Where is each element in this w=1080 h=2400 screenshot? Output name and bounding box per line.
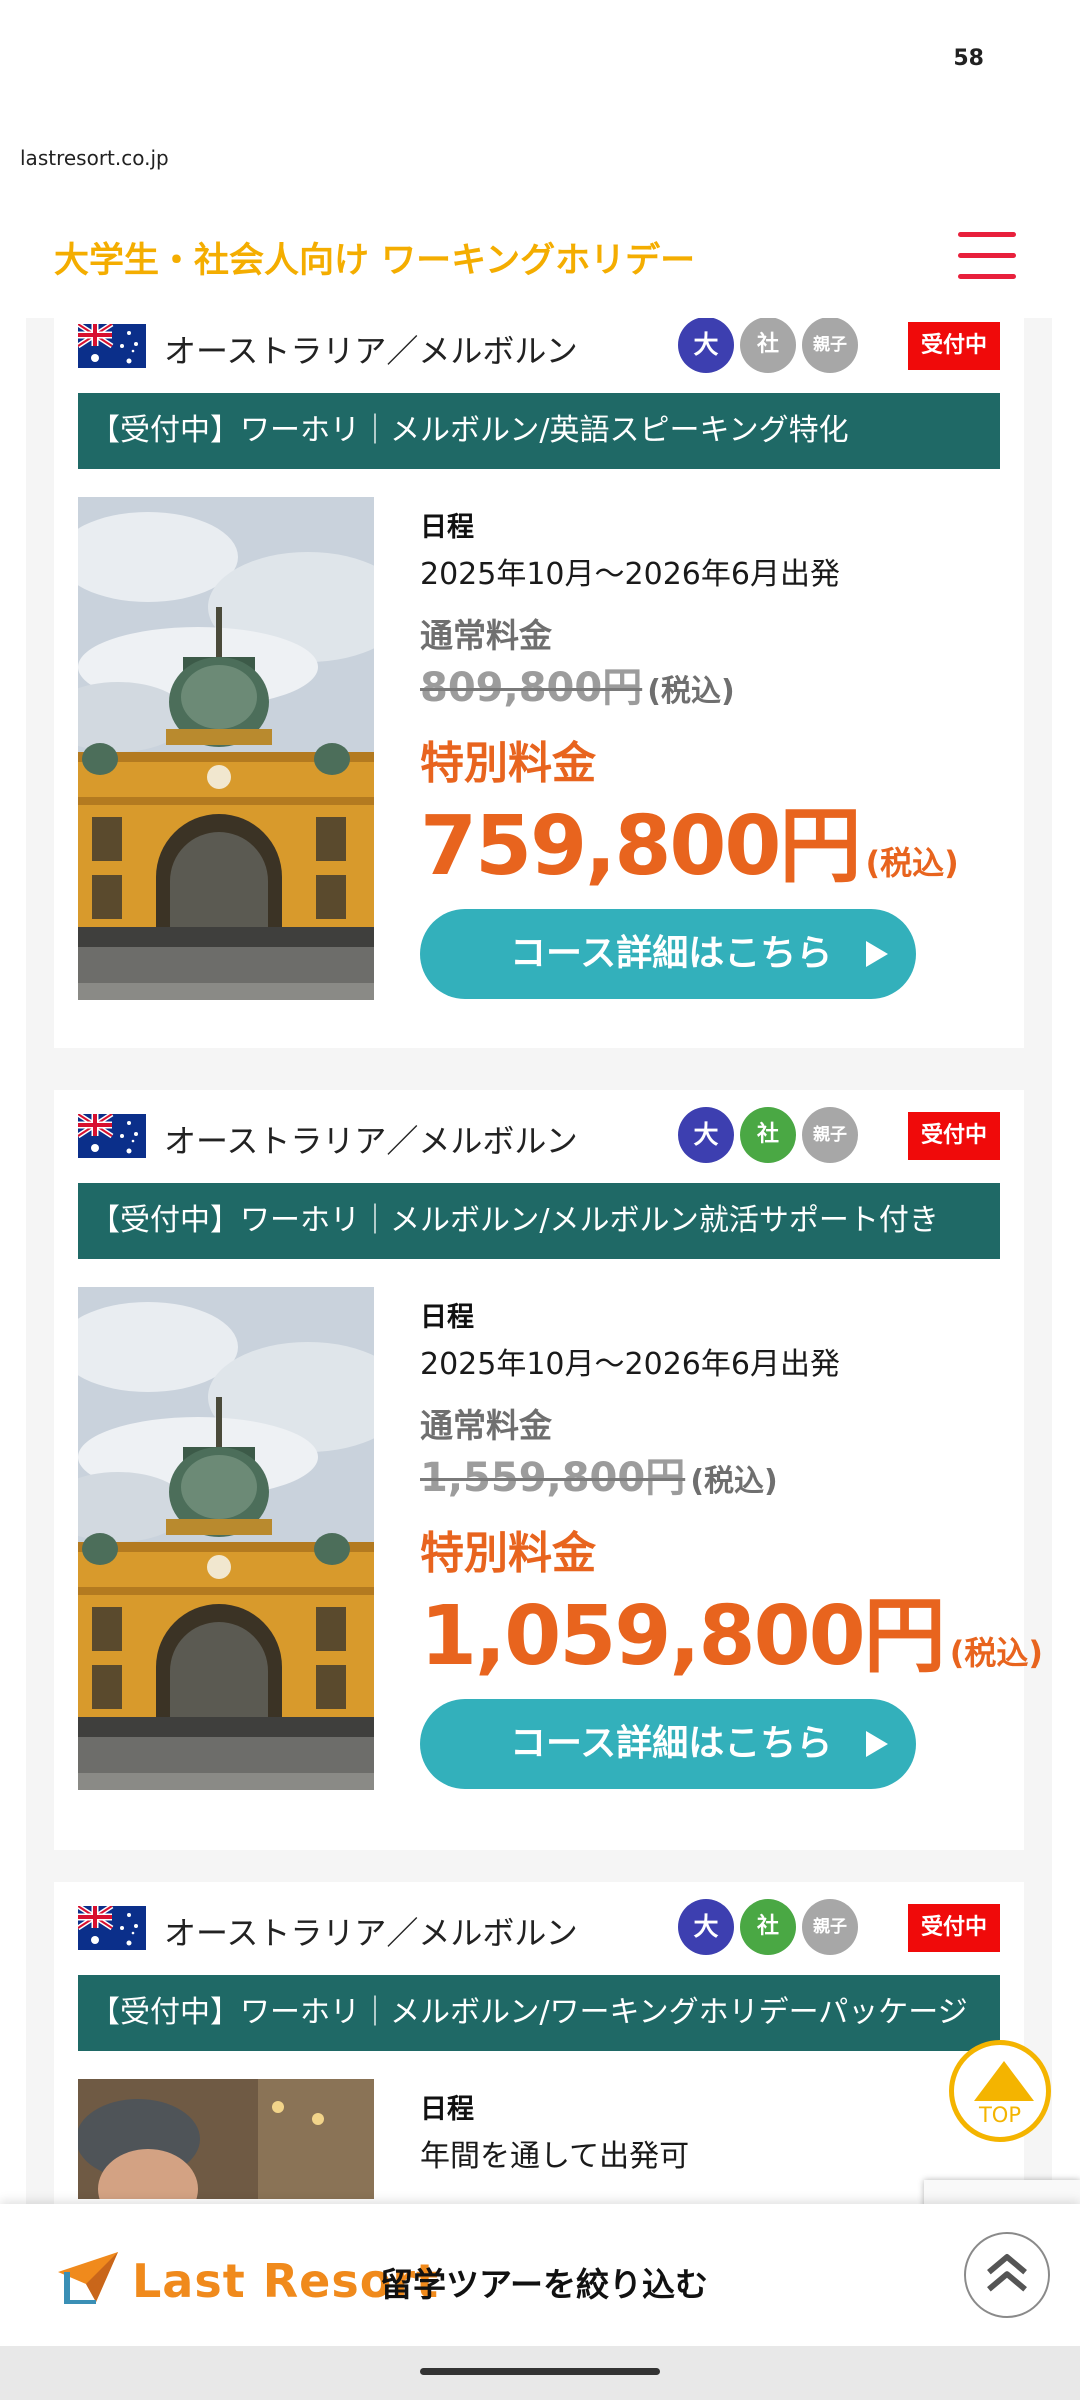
filter-tours-button[interactable]: 留学ツアーを絞り込む — [380, 2258, 708, 2306]
australia-flag-icon — [78, 1906, 146, 1950]
region-label: オーストラリア／メルボルン — [164, 1122, 578, 1160]
course-detail-label: コース詳細はこちら — [510, 933, 833, 974]
card-header: オーストラリア／メルボルン 大 社 親子 受付中 — [78, 1890, 1000, 1964]
regular-price-line: 1,559,800円 (税込) — [420, 1445, 778, 1503]
menu-icon[interactable] — [958, 232, 1016, 280]
station-photo[interactable] — [78, 1287, 374, 1790]
working-adult-badge: 社 — [740, 318, 796, 373]
up-triangle-icon — [974, 2061, 1034, 2101]
regular-price-line: 809,800円 (税込) — [420, 655, 735, 713]
australia-flag-icon — [78, 1114, 146, 1158]
schedule-label: 日程 — [420, 512, 474, 543]
card-header: オーストラリア／メルボルン 大 社 親子 受付中 — [78, 1098, 1000, 1172]
site-header: 大学生・社会人向け ワーキングホリデー — [0, 200, 1080, 320]
course-title[interactable]: 【受付中】ワーホリ｜メルボルン/ワーキングホリデーパッケージ — [78, 1975, 1000, 2051]
page-title[interactable]: 大学生・社会人向け ワーキングホリデー — [54, 232, 695, 283]
status-badge: 受付中 — [908, 322, 1000, 370]
working-adult-badge: 社 — [740, 1899, 796, 1955]
university-student-badge: 大 — [678, 318, 734, 373]
regular-price: 809,800円 — [420, 665, 643, 711]
special-price: 1,059,800円 — [420, 1589, 946, 1684]
tour-list: オーストラリア／メルボルン 大 社 親子 受付中 【受付中】ワーホリ｜メルボルン… — [26, 318, 1052, 2208]
tax-note: (税込) — [865, 844, 959, 882]
tour-card: オーストラリア／メルボルン 大 社 親子 受付中 【受付中】ワーホリ｜メルボルン… — [54, 1882, 1024, 2208]
play-arrow-icon — [866, 941, 888, 967]
schedule-label: 日程 — [420, 2094, 474, 2125]
status-badge: 受付中 — [908, 1112, 1000, 1160]
working-adult-badge: 社 — [740, 1107, 796, 1163]
regular-price: 1,559,800円 — [420, 1455, 686, 1501]
schedule-value: 年間を通して出発可 — [420, 2139, 690, 2174]
double-chevron-up-icon — [987, 2254, 1027, 2292]
system-nav-bar — [0, 2346, 1080, 2400]
course-detail-button[interactable]: コース詳細はこちら — [420, 909, 916, 999]
course-title[interactable]: 【受付中】ワーホリ｜メルボルン/英語スピーキング特化 — [78, 393, 1000, 469]
tax-note: (税込) — [690, 1464, 778, 1499]
parent-child-badge: 親子 — [802, 318, 858, 373]
status-badge: 受付中 — [908, 1904, 1000, 1952]
course-detail-button[interactable]: コース詳細はこちら — [420, 1699, 916, 1789]
home-gesture-handle[interactable] — [420, 2368, 660, 2375]
parent-child-badge: 親子 — [802, 1899, 858, 1955]
tour-card: オーストラリア／メルボルン 大 社 親子 受付中 【受付中】ワーホリ｜メルボルン… — [54, 1090, 1043, 1850]
url-text[interactable]: lastresort.co.jp — [20, 146, 169, 170]
play-arrow-icon — [866, 1731, 888, 1757]
card-header: オーストラリア／メルボルン 大 社 親子 受付中 — [78, 318, 1000, 382]
scroll-to-top-button[interactable]: TOP — [949, 2040, 1051, 2142]
special-price-line: 759,800円 (税込) — [420, 779, 959, 898]
course-detail-label: コース詳細はこちら — [510, 1723, 833, 1764]
university-student-badge: 大 — [678, 1899, 734, 1955]
top-label: TOP — [978, 2103, 1022, 2127]
bottom-bar: Last Resort 留学ツアーを絞り込む — [0, 2204, 1080, 2346]
regular-price-label: 通常料金 — [420, 1406, 552, 1445]
schedule-value: 2025年10月〜2026年6月出発 — [420, 1347, 840, 1382]
special-price-line: 1,059,800円 (税込) — [420, 1569, 1043, 1688]
tax-note: (税込) — [647, 674, 735, 709]
university-student-badge: 大 — [678, 1107, 734, 1163]
logo-plane-icon — [58, 2252, 118, 2304]
expand-panel-button[interactable] — [964, 2232, 1050, 2318]
regular-price-label: 通常料金 — [420, 616, 552, 655]
tax-note: (税込) — [949, 1634, 1043, 1672]
schedule-value: 2025年10月〜2026年6月出発 — [420, 557, 840, 592]
status-bar: 58 — [0, 0, 1080, 120]
parent-child-badge: 親子 — [802, 1107, 858, 1163]
status-number: 58 — [953, 46, 984, 71]
region-label: オーストラリア／メルボルン — [164, 332, 578, 370]
station-photo[interactable] — [78, 497, 374, 1000]
schedule-label: 日程 — [420, 1302, 474, 1333]
tour-card: オーストラリア／メルボルン 大 社 親子 受付中 【受付中】ワーホリ｜メルボルン… — [54, 318, 1024, 1048]
australia-flag-icon — [78, 324, 146, 368]
special-price: 759,800円 — [420, 799, 861, 894]
region-label: オーストラリア／メルボルン — [164, 1914, 578, 1952]
course-title[interactable]: 【受付中】ワーホリ｜メルボルン/メルボルン就活サポート付き — [78, 1183, 1000, 1259]
person-photo[interactable] — [78, 2079, 374, 2199]
